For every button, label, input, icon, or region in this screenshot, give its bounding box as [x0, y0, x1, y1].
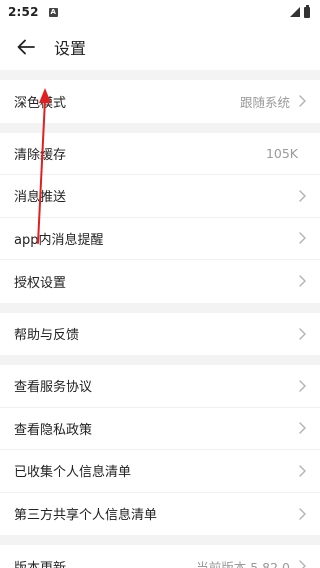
- status-time: 2:52: [8, 5, 39, 19]
- group-divider: [0, 70, 320, 80]
- app-bar: 设置: [0, 24, 320, 70]
- settings-row-label: 查看服务协议: [14, 380, 93, 396]
- settings-list: 深色模式 跟随系统清除缓存 105K 消息推送 app内消息提醒 授权设置帮助与反馈查看服…: [0, 70, 320, 568]
- settings-row-label: 清除缓存: [14, 147, 67, 163]
- settings-row-value: 跟随系统: [239, 94, 290, 110]
- settings-row-value: 当前版本 5.82.0: [196, 559, 290, 568]
- settings-row[interactable]: 帮助与反馈: [0, 313, 320, 356]
- settings-row[interactable]: 查看服务协议: [0, 365, 320, 408]
- chevron-right-icon: [298, 380, 306, 392]
- settings-row-right: [298, 190, 306, 202]
- settings-group: 帮助与反馈: [0, 313, 320, 356]
- settings-row[interactable]: 版本更新 当前版本 5.82.0: [0, 545, 320, 568]
- settings-group: 深色模式 跟随系统: [0, 80, 320, 123]
- chevron-right-icon: [298, 465, 306, 477]
- settings-row[interactable]: 授权设置: [0, 260, 320, 303]
- status-indicators: [290, 4, 310, 18]
- settings-row-right: [298, 275, 306, 287]
- settings-row-label: 深色模式: [14, 95, 67, 111]
- chevron-right-icon: [298, 560, 306, 568]
- settings-row-right: 当前版本 5.82.0: [196, 557, 306, 568]
- settings-row-label: 版本更新: [14, 557, 66, 568]
- settings-row-right: [298, 328, 306, 340]
- group-divider: [0, 355, 320, 365]
- settings-row[interactable]: 第三方共享个人信息清单: [0, 493, 320, 536]
- chevron-right-icon: [298, 422, 306, 434]
- chevron-right-icon: [298, 95, 306, 107]
- settings-row-right: [298, 380, 306, 392]
- page-title: 设置: [54, 39, 87, 58]
- settings-row-label: 查看隐私政策: [14, 422, 93, 438]
- chevron-right-icon: [298, 508, 306, 520]
- settings-row-label: 授权设置: [14, 275, 67, 291]
- group-divider: [0, 302, 320, 313]
- notification-icon: A: [48, 7, 58, 17]
- back-arrow-icon[interactable]: [14, 35, 38, 59]
- chevron-right-icon: [298, 275, 306, 287]
- settings-group: 查看服务协议 查看隐私政策已收集个人信息清单第三方共享个人信息清单: [0, 365, 320, 535]
- settings-row-value: 105K: [265, 145, 298, 161]
- settings-row-right: [298, 232, 306, 244]
- settings-row-label: 第三方共享个人信息清单: [14, 508, 158, 524]
- group-divider: [0, 122, 320, 133]
- settings-row[interactable]: app内消息提醒: [0, 218, 320, 260]
- status-bar: 2:52 A: [0, 0, 320, 24]
- settings-group: 清除缓存 105K 消息推送 app内消息提醒 授权设置: [0, 133, 320, 303]
- settings-row[interactable]: 查看隐私政策: [0, 408, 320, 450]
- settings-row-right: [298, 508, 306, 520]
- settings-row-right: [298, 422, 306, 434]
- settings-row[interactable]: 清除缓存 105K: [0, 133, 320, 175]
- chevron-right-icon: [298, 190, 306, 202]
- settings-row-label: app内消息提醒: [14, 232, 104, 248]
- settings-row-right: [298, 465, 306, 477]
- settings-row-right: 105K: [266, 146, 306, 161]
- chevron-right-icon: [298, 328, 306, 340]
- settings-row[interactable]: 已收集个人信息清单: [0, 450, 320, 493]
- settings-row[interactable]: 消息推送: [0, 175, 320, 218]
- signal-icon: [290, 7, 300, 17]
- chevron-right-icon: [298, 232, 306, 244]
- settings-row-label: 消息推送: [14, 190, 67, 206]
- group-divider: [0, 535, 320, 545]
- battery-icon: [304, 4, 310, 18]
- settings-row-label: 帮助与反馈: [14, 328, 80, 344]
- settings-row-right: 跟随系统: [240, 92, 306, 111]
- settings-group: 版本更新 当前版本 5.82.0: [0, 545, 320, 568]
- settings-row-label: 已收集个人信息清单: [14, 465, 132, 481]
- settings-row[interactable]: 深色模式 跟随系统: [0, 80, 320, 123]
